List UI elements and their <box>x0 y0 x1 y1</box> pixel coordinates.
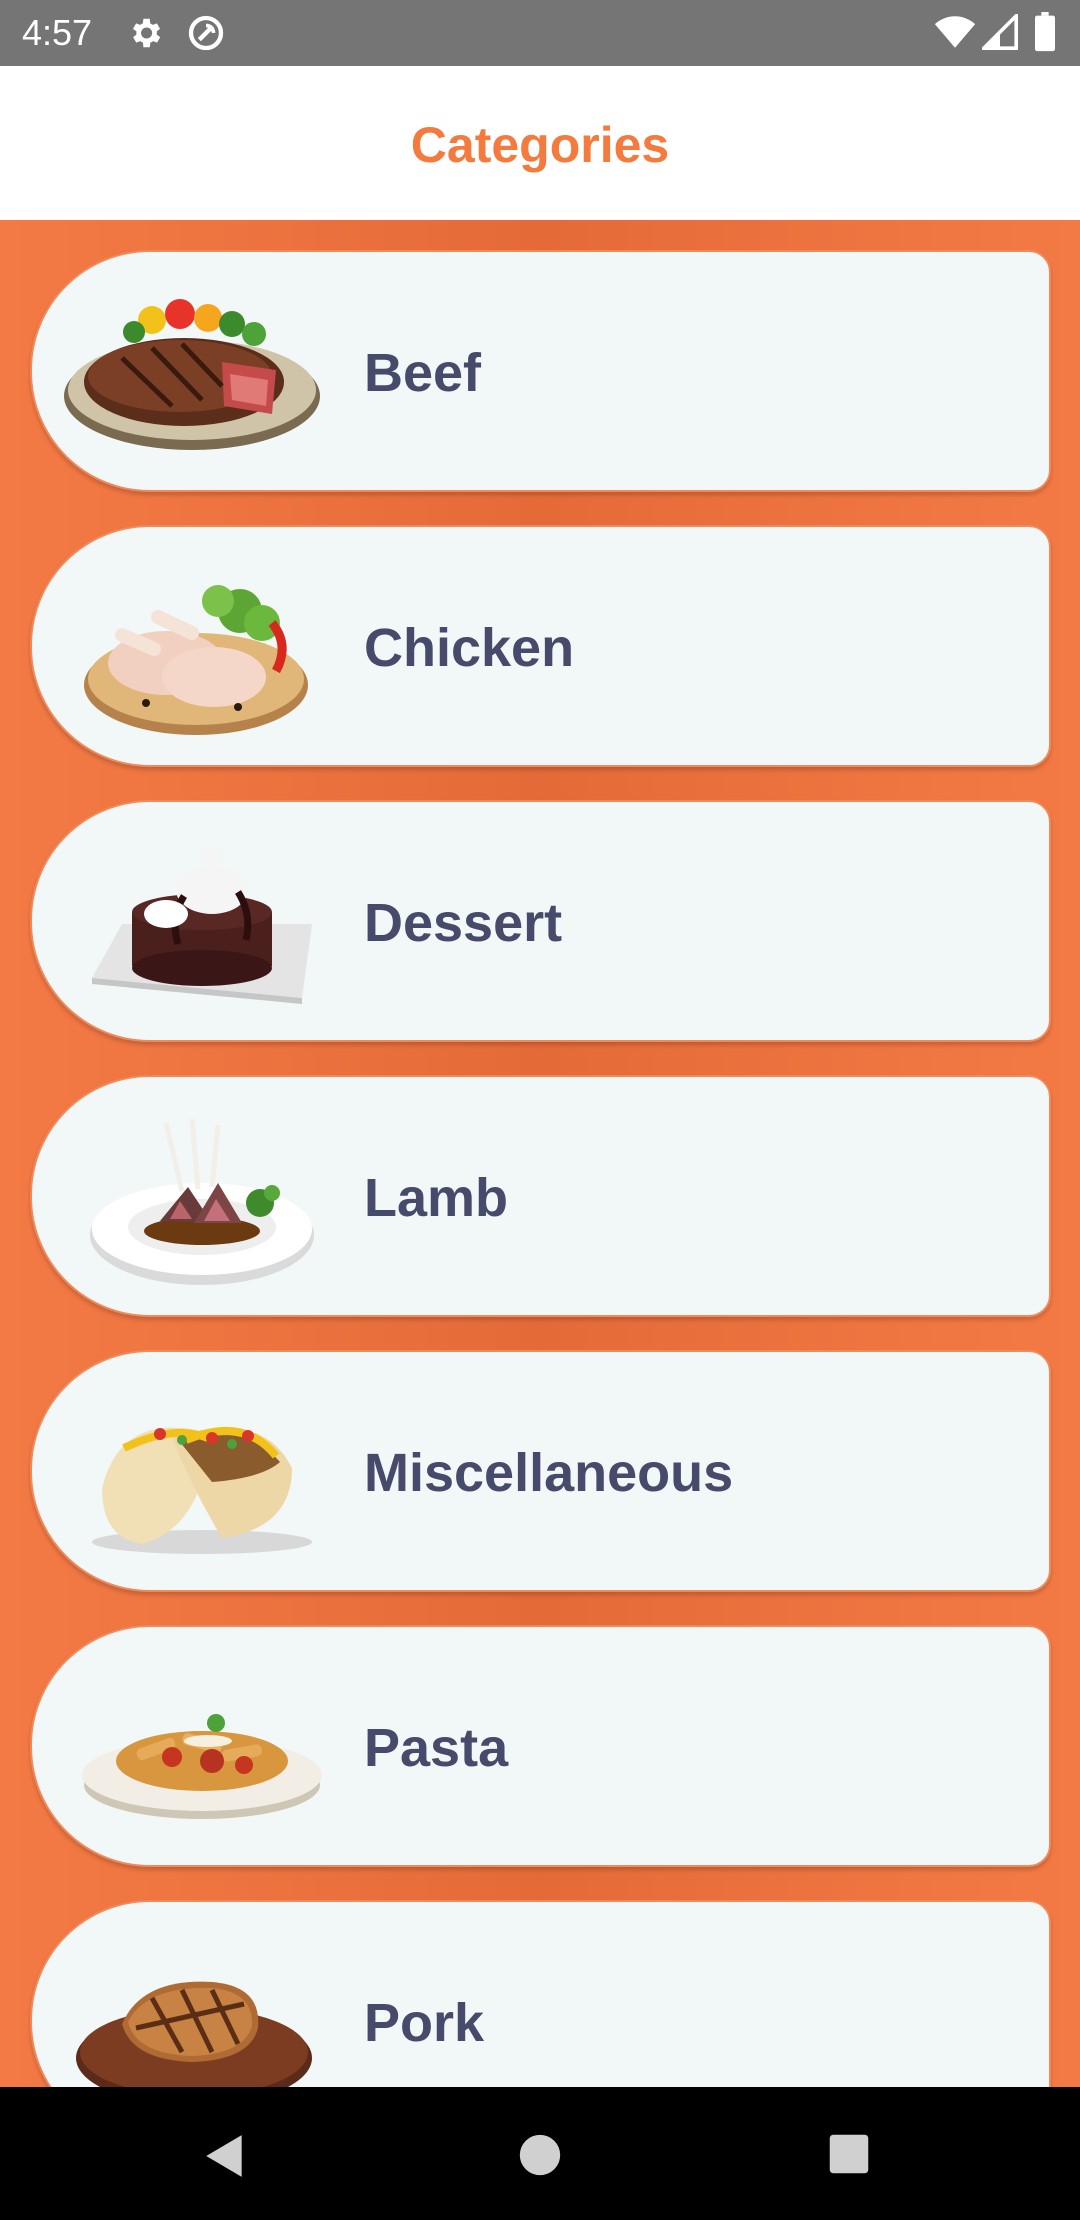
page-title: Categories <box>410 117 670 173</box>
wifi-icon <box>934 16 976 48</box>
app-screen: 4:57 Categories Beef Chicken Dessert Lam… <box>0 0 1080 2220</box>
battery-icon <box>1035 12 1055 52</box>
category-label: Miscellaneous <box>364 1443 734 1503</box>
chicken-legs-image <box>84 585 308 735</box>
category-list[interactable]: Beef Chicken Dessert Lamb Miscellaneous … <box>0 220 1080 2087</box>
home-icon[interactable] <box>518 2133 562 2177</box>
category-card-pasta[interactable]: Pasta <box>30 1625 1051 1867</box>
category-label: Beef <box>364 343 482 403</box>
penne-pasta-image <box>82 1714 322 1819</box>
category-card-miscellaneous[interactable]: Miscellaneous <box>30 1350 1051 1592</box>
cell-signal-icon <box>982 14 1018 50</box>
category-card-chicken[interactable]: Chicken <box>30 525 1051 767</box>
status-time: 4:57 <box>22 12 93 53</box>
system-nav-bar <box>0 2087 1080 2220</box>
category-card-beef[interactable]: Beef <box>30 250 1051 492</box>
category-label: Chicken <box>364 618 575 678</box>
back-icon[interactable] <box>200 2131 250 2181</box>
category-card-dessert[interactable]: Dessert <box>30 800 1051 1042</box>
category-card-lamb[interactable]: Lamb <box>30 1075 1051 1317</box>
pork-chop-image <box>76 1981 312 2087</box>
recents-icon[interactable] <box>828 2133 870 2175</box>
category-label: Dessert <box>364 893 563 953</box>
status-bar: 4:57 <box>0 0 1080 66</box>
category-label: Pork <box>364 1993 485 2053</box>
lamb-chops-image <box>90 1118 314 1285</box>
settings-gear-icon <box>132 18 161 48</box>
category-card-pork[interactable]: Pork <box>30 1900 1051 2087</box>
chocolate-lava-cake-image <box>92 846 312 1004</box>
category-label: Pasta <box>364 1718 509 1778</box>
category-label: Lamb <box>364 1168 509 1228</box>
tacos-image <box>92 1427 312 1554</box>
beef-steak-image <box>64 299 320 450</box>
sync-icon <box>188 15 224 51</box>
app-header: Categories <box>0 66 1080 220</box>
